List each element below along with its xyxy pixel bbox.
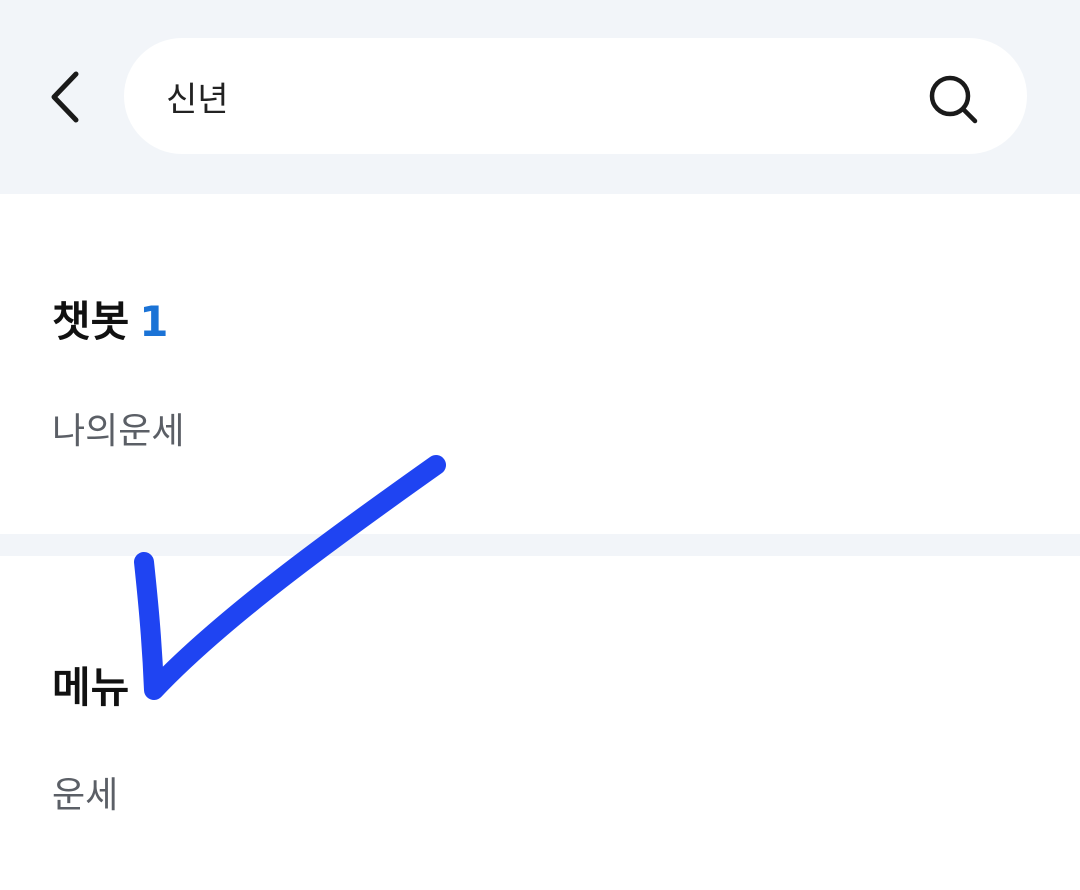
chatbot-section: 챗봇 1 나의운세 (0, 196, 1080, 534)
chatbot-result-count: 1 (139, 297, 169, 346)
chatbot-result-item[interactable]: 나의운세 (52, 402, 184, 454)
search-input[interactable] (166, 66, 886, 126)
back-button[interactable] (38, 62, 98, 132)
chatbot-section-title: 챗봇 1 (52, 288, 169, 349)
chatbot-title-label: 챗봇 (52, 297, 130, 346)
section-divider (0, 534, 1080, 556)
search-box[interactable] (124, 38, 1027, 154)
search-header (0, 0, 1080, 194)
search-icon (929, 75, 978, 124)
chevron-left-icon (51, 71, 79, 123)
search-button[interactable] (921, 68, 985, 132)
menu-result-item[interactable]: 운세 (52, 766, 118, 818)
menu-section-title: 메뉴 (52, 663, 130, 712)
menu-section: 메뉴 운세 (0, 556, 1080, 890)
